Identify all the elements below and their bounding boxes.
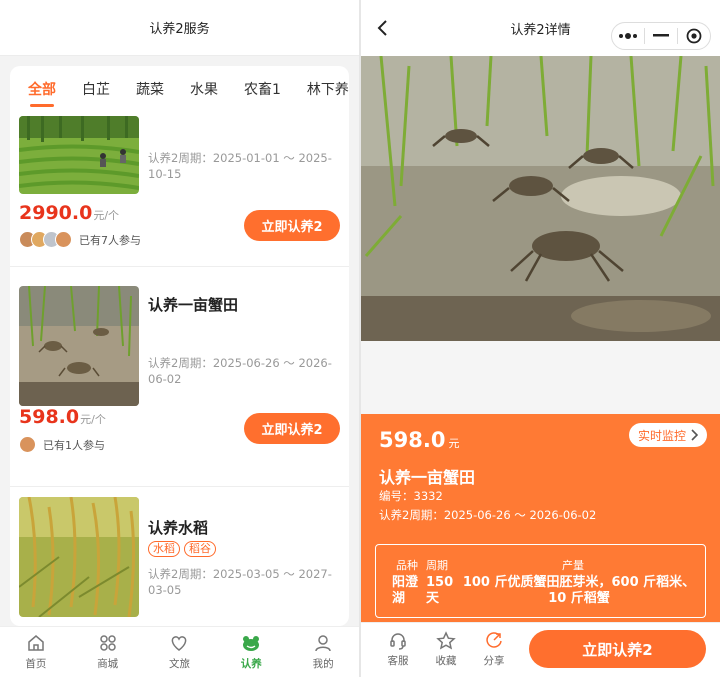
detail-title: 认养一亩蟹田 [379, 468, 476, 487]
close-program-button[interactable] [678, 23, 710, 49]
item-title: 认养水稻 [148, 519, 209, 537]
tab-mall[interactable]: 商城 [72, 627, 144, 677]
participant-avatars: 已有7人参与 [19, 231, 141, 248]
price: 598.0元/个 [19, 406, 106, 428]
list-item[interactable]: 认养2周期：2025-01-01 ～ 2025-10-15 2990.0元/个 … [10, 66, 349, 267]
nav-bar: 认养2详情 [361, 0, 720, 56]
action-bar: 客服 收藏 分享 立即认养2 [361, 622, 720, 677]
tab-mine[interactable]: 我的 [287, 627, 359, 677]
crab-field-image [19, 286, 139, 406]
home-icon [28, 635, 44, 651]
heart-icon [172, 636, 187, 651]
live-monitor-button[interactable]: 实时监控 [629, 423, 707, 447]
list-item[interactable]: 认养一亩蟹田 认养2周期：2025-06-26 ～ 2026-06-02 598… [10, 276, 349, 487]
tab-culture-travel[interactable]: 文旅 [144, 627, 216, 677]
adoption-detail-screen: 认养2详情 598.0 元 实时监控 认养一亩蟹田 编号：3332 认养2周期：… [361, 0, 720, 677]
rice-image [19, 497, 139, 617]
share-button[interactable]: 分享 [474, 631, 514, 668]
tea-field-image [19, 116, 139, 194]
spec-header-variety: 品种 [396, 559, 418, 572]
avatar [19, 436, 36, 453]
spec-header-yield: 产量 [562, 559, 584, 572]
tab-adopt[interactable]: 认养 [215, 627, 287, 677]
user-icon [315, 635, 331, 652]
adopt-now-button[interactable]: 立即认养2 [529, 630, 706, 668]
participant-count: 已有1人参与 [43, 438, 105, 452]
tag-grain: 稻谷 [184, 541, 216, 557]
tag-rice: 水稻 [148, 541, 180, 557]
star-icon [436, 631, 456, 650]
back-arrow-icon[interactable] [373, 18, 393, 38]
adoption-period: 认养2周期：2025-06-26 ～ 2026-06-02 [379, 508, 597, 522]
spec-cycle: 150 天 [426, 575, 454, 606]
share-icon [486, 632, 502, 648]
list-item[interactable]: 认养水稻 水稻 稻谷 认养2周期：2025-03-05 ～ 2027-03-05 [10, 487, 349, 626]
minus-icon [653, 34, 669, 37]
frog-icon [243, 636, 260, 651]
chevron-right-icon [691, 429, 698, 441]
participant-avatars: 已有1人参与 [19, 436, 105, 453]
item-title: 认养一亩蟹田 [148, 296, 239, 314]
target-close-icon [686, 28, 702, 44]
item-code: 编号：3332 [379, 489, 443, 503]
more-menu-button[interactable] [612, 23, 644, 49]
nav-bar: 认养2服务 [0, 0, 359, 56]
minimize-button[interactable] [645, 23, 677, 49]
adoption-list-screen: 认养2服务 全部 白芷 蔬菜 水果 农畜1 林下养 认养2周期：2025-01-… [0, 0, 359, 677]
adoption-period: 认养2周期：2025-01-01 ～ 2025-10-15 [148, 151, 332, 181]
headset-icon [390, 633, 406, 650]
bottom-tab-bar: 首页 商城 文旅 认养 我的 [0, 626, 359, 677]
adoption-period: 认养2周期：2025-03-05 ～ 2027-03-05 [148, 567, 332, 597]
adopt-button[interactable]: 立即认养2 [244, 413, 340, 444]
adoption-period: 认养2周期：2025-06-26 ～ 2026-06-02 [148, 356, 332, 386]
page-title: 认养2详情 [510, 22, 571, 38]
page-title: 认养2服务 [149, 22, 210, 37]
list-card: 全部 白芷 蔬菜 水果 农畜1 林下养 认养2周期：2025-01-01 ～ 2… [10, 66, 349, 626]
detail-price: 598.0 元 [379, 428, 460, 452]
spec-table: 品种 周期 产量 阳澄湖 150 天 100 斤优质蟹田胚芽米，600 斤稻米、1… [375, 544, 706, 618]
crab-field-hero-image [361, 56, 720, 341]
adopt-button[interactable]: 立即认养2 [244, 210, 340, 241]
spec-variety: 阳澄湖 [392, 575, 419, 606]
spec-yield: 100 斤优质蟹田胚芽米，600 斤稻米、10 斤稻蟹 [462, 575, 696, 606]
mini-program-capsule [611, 22, 711, 50]
spec-header-cycle: 周期 [426, 559, 448, 572]
avatar [55, 231, 72, 248]
grid-icon [99, 635, 116, 651]
participant-count: 已有7人参与 [79, 233, 141, 247]
item-tags: 水稻 稻谷 [148, 541, 216, 557]
favorite-button[interactable]: 收藏 [426, 631, 466, 668]
detail-info-panel: 598.0 元 实时监控 认养一亩蟹田 编号：3332 认养2周期：2025-06… [361, 414, 720, 626]
more-dots-icon [619, 33, 637, 39]
customer-service-button[interactable]: 客服 [378, 631, 418, 668]
tab-home[interactable]: 首页 [0, 627, 72, 677]
price: 2990.0元/个 [19, 202, 120, 224]
